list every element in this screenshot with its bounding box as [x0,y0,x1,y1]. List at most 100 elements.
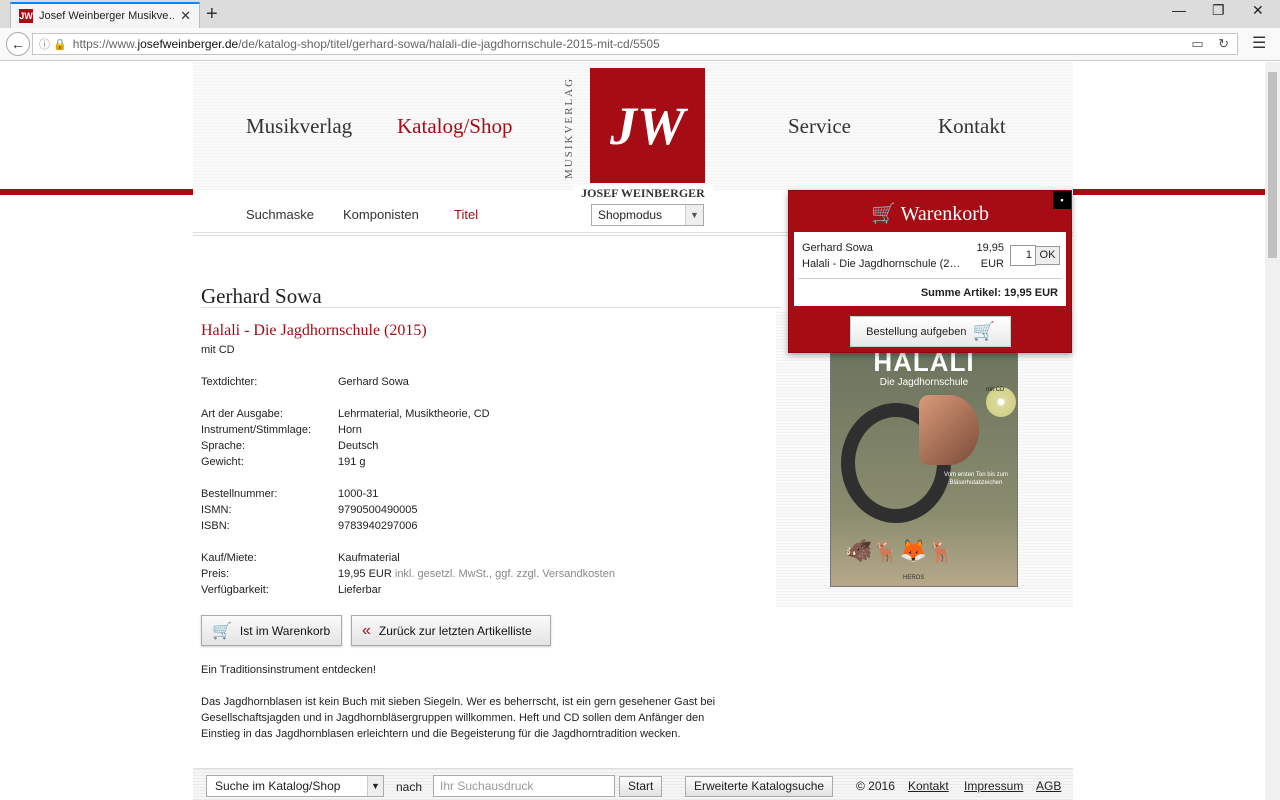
reader-view-icon[interactable]: ▭ [1191,36,1203,51]
double-arrow-left-icon: « [362,621,371,639]
description-heading: Ein Traditionsinstrument entdecken! [201,664,376,676]
subnav-titel[interactable]: Titel [454,207,478,222]
restore-icon[interactable]: ❐ [1212,2,1225,19]
scrollbar[interactable] [1265,62,1280,800]
cart-item-title[interactable]: Halali - Die Jagdhornschule (2… [802,258,972,270]
detail-value: Lehrmaterial, Musiktheorie, CD [338,408,490,420]
footer-search-bar: Suche im Katalog/Shop ▼ nach Ihr Suchaus… [193,768,1073,800]
detail-value: Lieferbar [338,584,382,596]
detail-value: 9783940297006 [338,520,418,532]
minimize-icon[interactable]: — [1172,2,1186,18]
product-subtitle: mit CD [201,344,235,356]
subnav-suchmaske[interactable]: Suchmaske [246,207,314,222]
detail-label: Art der Ausgabe: [201,408,283,420]
nav-service[interactable]: Service [788,114,851,139]
hamburger-menu-icon[interactable]: ☰ [1252,33,1266,53]
detail-value: Gerhard Sowa [338,376,409,388]
price-value: 19,95 EUR [338,568,392,580]
animals-silhouette-icon: 🐗🦌🦊🦌 [845,538,955,563]
close-window-icon[interactable]: ✕ [1252,2,1264,19]
detail-value: 9790500490005 [338,504,418,516]
cart-sum: Summe Artikel: 19,95 EUR [920,287,1058,299]
cart-item-currency: EUR [980,258,1004,270]
cart-body: Gerhard Sowa Halali - Die Jagdhornschule… [794,232,1066,306]
new-tab-icon[interactable]: + [206,3,218,26]
copyright: © 2016 [856,779,895,793]
logo-vertical-text: MUSIKVERLAG [563,76,575,180]
heading-rule [201,307,781,308]
chevron-down-icon: ▼ [685,205,703,225]
url-prefix: https://www. [72,37,138,51]
cart-heading-label: Warenkorb [900,203,989,225]
cover-panel: HALALI Die Jagdhornschule mit CD Vom ers… [776,312,1073,607]
detail-value: 1000-31 [338,488,379,500]
scrollbar-thumb[interactable] [1268,72,1277,258]
browser-tab[interactable]: JW Josef Weinberger Musikve… ✕ [10,2,200,28]
page: Musikverlag Katalog/Shop Service Kontakt… [193,62,1073,800]
cover-image[interactable]: HALALI Die Jagdhornschule mit CD Vom ers… [830,342,1018,587]
logo-mark: JW [609,95,685,156]
cart-divider [798,278,1062,279]
reload-icon[interactable]: ↻ [1218,36,1229,51]
search-input[interactable]: Ihr Suchausdruck [433,775,615,797]
detail-label: Bestellnummer: [201,488,278,500]
back-arrow-icon[interactable]: ← [6,32,30,56]
search-scope-value: Suche im Katalog/Shop [215,779,341,793]
in-cart-label: Ist im Warenkorb [239,623,331,638]
detail-label: Instrument/Stimmlage: [201,424,312,436]
browser-tabbar: JW Josef Weinberger Musikve… ✕ + — ❐ ✕ [0,0,1280,28]
cart-qty-input[interactable]: 1 [1010,245,1036,266]
nav-kontakt[interactable]: Kontakt [938,114,1006,139]
search-scope-select[interactable]: Suche im Katalog/Shop ▼ [206,775,384,797]
detail-label: Kauf/Miete: [201,552,257,564]
product-title: Halali - Die Jagdhornschule (2015) [201,322,427,339]
in-cart-button[interactable]: 🛒 Ist im Warenkorb [201,615,342,646]
logo-name: JOSEF WEINBERGER [573,186,713,200]
cart-popup: ▪ 🛒 Warenkorb Gerhard Sowa Halali - Die … [788,190,1072,353]
detail-value: 19,95 EUR inkl. gesetzl. MwSt., ggf. zzg… [338,568,615,580]
cart-ok-button[interactable]: OK [1035,246,1060,265]
url-domain: josefweinberger.de [137,37,239,51]
cover-tagline: Vom ersten Ton bis zum Bläserhutabzeiche… [944,472,1008,486]
order-button-label: Bestellung aufgeben [866,325,967,338]
cart-item-price: 19,95 [976,242,1004,254]
site-info-icon[interactable]: ⓘ 🔒 [39,36,67,52]
detail-label: ISMN: [201,504,232,516]
nav-musikverlag[interactable]: Musikverlag [246,114,352,139]
detail-value: Deutsch [338,440,379,452]
cart-heading: 🛒 Warenkorb [789,201,1071,226]
horn-bell-illustration [919,395,979,465]
shopmodus-select[interactable]: Shopmodus ▼ [591,204,704,226]
subnav-komponisten[interactable]: Komponisten [343,207,419,222]
favicon-icon: JW [19,9,33,23]
footer-link-agb[interactable]: AGB [1036,779,1061,793]
price-note: inkl. gesetzl. MwSt., ggf. zzgl. Versand… [394,568,615,580]
close-tab-icon[interactable]: ✕ [180,8,191,24]
cd-label: mit CD [986,387,1005,393]
detail-label: ISBN: [201,520,230,532]
detail-label: Preis: [201,568,230,580]
detail-value: 191 g [338,456,366,468]
start-button[interactable]: Start [619,776,663,797]
detail-value: Kaufmaterial [338,552,400,564]
back-to-list-button[interactable]: « Zurück zur letzten Artikelliste [351,615,551,646]
tab-title: Josef Weinberger Musikve… [39,10,175,22]
nach-label: nach [396,780,423,794]
nav-katalog-shop[interactable]: Katalog/Shop [397,114,513,139]
url-path: /de/katalog-shop/titel/gerhard-sowa/hala… [238,37,660,51]
advanced-search-button[interactable]: Erweiterte Katalogsuche [685,776,834,797]
order-button[interactable]: Bestellung aufgeben 🛒 [850,316,1011,347]
back-to-list-label: Zurück zur letzten Artikelliste [378,623,532,638]
footer-link-impressum[interactable]: Impressum [964,779,1023,793]
cart-check-icon: 🛒 [212,622,232,640]
cover-publisher: HEROS [903,575,925,581]
footer-link-kontakt[interactable]: Kontakt [908,779,949,793]
composer-heading: Gerhard Sowa [201,284,322,308]
browser-navbar: ← ⓘ 🔒 https://www.josefweinberger.de/de/… [0,28,1280,61]
url-bar[interactable]: ⓘ 🔒 https://www.josefweinberger.de/de/ka… [32,33,1238,55]
description-body: Das Jagdhornblasen ist kein Buch mit sie… [201,696,716,740]
detail-label: Verfügbarkeit: [201,584,269,596]
cart-icon: 🛒 [972,321,995,341]
cart-item-composer: Gerhard Sowa [802,242,873,254]
logo[interactable]: JW [590,68,705,183]
